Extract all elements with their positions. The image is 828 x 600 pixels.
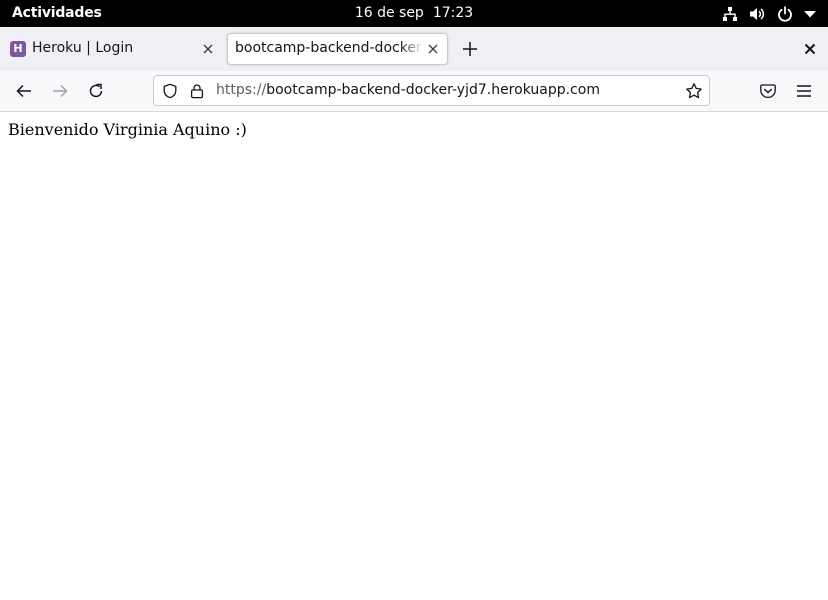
welcome-message: Bienvenido Virginia Aquino :) <box>8 120 247 139</box>
page-content: Bienvenido Virginia Aquino :) <box>0 112 828 600</box>
activities-button[interactable]: Actividades <box>12 5 102 21</box>
volume-icon[interactable] <box>749 6 766 22</box>
new-tab-icon[interactable] <box>461 40 479 58</box>
close-tab-icon[interactable] <box>425 41 441 57</box>
forward-arrow-icon[interactable] <box>51 82 69 100</box>
url-scheme: https:// <box>216 82 267 98</box>
close-window-icon[interactable] <box>802 41 818 57</box>
system-tray[interactable] <box>722 4 816 23</box>
tab-bootcamp-backend[interactable]: bootcamp-backend-docker-yjd7.herokuapp.c… <box>227 33 448 65</box>
system-top-bar: Actividades 16 de sep 17:23 <box>0 0 828 27</box>
navigation-toolbar: https://bootcamp-backend-docker-yjd7.her… <box>0 71 828 112</box>
chevron-down-icon[interactable] <box>804 10 816 18</box>
clock-time[interactable]: 17:23 <box>433 5 473 21</box>
tab-title: bootcamp-backend-docker-yjd7.herokuapp.c… <box>235 40 423 56</box>
url-host: bootcamp-backend-docker-yjd7.herokuapp.c… <box>266 82 600 98</box>
bookmark-star-icon[interactable] <box>685 82 703 100</box>
heroku-favicon-icon: H <box>10 41 26 57</box>
back-arrow-icon[interactable] <box>15 82 33 100</box>
url-text[interactable]: https://bootcamp-backend-docker-yjd7.her… <box>216 82 600 98</box>
hamburger-menu-icon[interactable] <box>795 82 813 100</box>
tab-title: Heroku | Login <box>32 40 134 56</box>
close-tab-icon[interactable] <box>200 41 216 57</box>
power-icon[interactable] <box>777 5 793 22</box>
address-bar[interactable]: https://bootcamp-backend-docker-yjd7.her… <box>153 75 710 106</box>
network-icon[interactable] <box>722 6 738 22</box>
lock-icon[interactable] <box>189 83 205 99</box>
tracking-protection-shield-icon[interactable] <box>162 83 178 99</box>
pocket-icon[interactable] <box>759 82 777 100</box>
clock: 16 de sep 17:23 <box>0 5 828 21</box>
tab-strip: H Heroku | Login bootcamp-backend-docker… <box>0 27 828 71</box>
reload-icon[interactable] <box>87 82 105 100</box>
clock-date[interactable]: 16 de sep <box>355 5 424 21</box>
tab-heroku-login[interactable]: H Heroku | Login <box>2 33 222 65</box>
